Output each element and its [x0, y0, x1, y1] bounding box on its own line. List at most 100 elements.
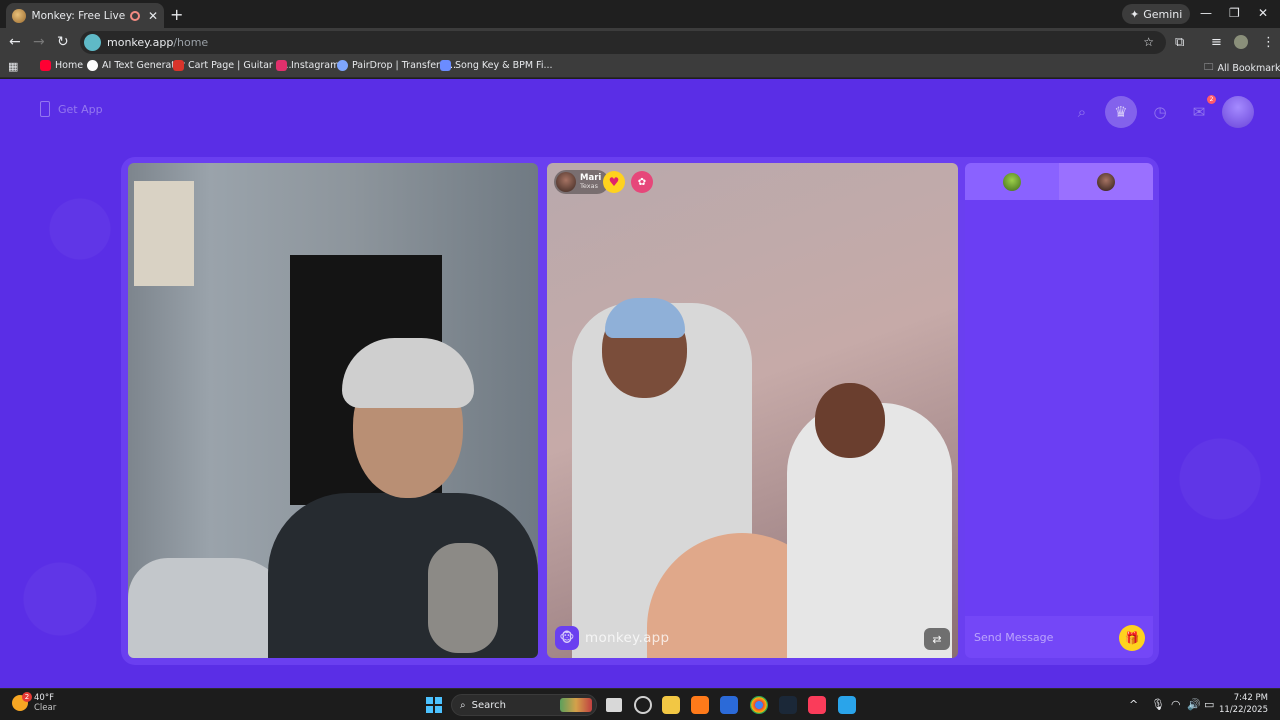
minimize-icon[interactable]: — [1200, 6, 1212, 20]
instagram-icon [276, 60, 287, 71]
note-icon [440, 60, 451, 71]
clock[interactable]: 7:42 PM 11/22/2025 [1219, 692, 1268, 716]
file-explorer-icon[interactable] [662, 696, 680, 714]
tray-overflow-icon[interactable]: ^ [1129, 698, 1138, 711]
folder-icon: 🗀 [1204, 62, 1214, 73]
bookmark-star-icon[interactable]: ☆ [1143, 35, 1154, 49]
back-arrow-icon[interactable]: ← [9, 34, 21, 50]
search-icon: ⌕ [460, 699, 466, 711]
bookmark-song-key[interactable]: Song Key & BPM Fi... [440, 60, 553, 71]
remote-video: Mari Texas ♥ ✿ 🐵 monkey.app ⇄ [547, 163, 958, 658]
word-icon[interactable] [720, 696, 738, 714]
search-highlight-image [560, 698, 592, 712]
all-bookmarks[interactable]: 🗀 All Bookmarks [1204, 60, 1280, 76]
address-bar[interactable]: monkey.app /home ☆ [80, 31, 1166, 54]
youtube-icon [40, 60, 51, 71]
url-host: monkey.app [107, 36, 174, 49]
window-close-icon[interactable]: ✕ [1258, 6, 1268, 20]
person-two-face [815, 383, 885, 458]
bookmark-home[interactable]: Home [40, 60, 83, 71]
tab-self[interactable] [965, 163, 1059, 200]
tab-search-icon[interactable]: ⧉ [1175, 35, 1184, 50]
chrome-menu-icon[interactable]: ⋮ [1262, 35, 1275, 50]
new-tab-button[interactable]: + [170, 5, 183, 24]
volume-icon[interactable]: 🔊 [1187, 698, 1201, 711]
get-app-label: Get App [58, 102, 103, 116]
phone-icon [40, 101, 50, 117]
local-video [128, 163, 538, 658]
beanie [342, 338, 474, 408]
gift-icon[interactable]: 🎁 [1119, 625, 1145, 651]
chat-tabs [965, 163, 1153, 200]
bookmark-label: Song Key & BPM Fi... [455, 60, 553, 71]
tab-remote-user[interactable] [1059, 163, 1153, 200]
taskbar-search[interactable]: ⌕ Search [451, 694, 597, 716]
forward-arrow-icon[interactable]: → [33, 34, 45, 50]
tab-close-icon[interactable]: ✕ [148, 9, 158, 23]
sparkle-icon: ✦ [1130, 7, 1140, 21]
crown-icon[interactable]: ♛ [1105, 96, 1137, 128]
chat-panel: 🎁 [965, 163, 1153, 658]
gemini-button[interactable]: ✦ Gemini [1122, 4, 1191, 24]
apps-grid-icon[interactable]: ▦ [8, 60, 18, 73]
bookmarks-bar: ▦ Home AI Text Generator Cart Page | Gui… [0, 56, 1280, 78]
remote-user-tag[interactable]: Mari Texas [554, 170, 610, 194]
media-controls-icon[interactable]: ≡ [1211, 35, 1222, 50]
weather-sun-icon: 2 [12, 692, 32, 711]
ai-icon [87, 60, 98, 71]
remote-avatar-icon [1097, 172, 1115, 191]
music-icon[interactable] [808, 696, 826, 714]
copilot-icon[interactable] [634, 696, 652, 714]
heart-icon[interactable]: ♥ [603, 171, 625, 193]
remote-user-avatar [556, 172, 576, 192]
monkey-logo-icon: 🐵 [555, 626, 579, 650]
bookmark-pairdrop[interactable]: PairDrop | Transfer F... [337, 60, 456, 71]
bookmark-instagram[interactable]: Instagram [276, 60, 339, 71]
battery-icon[interactable]: ▭ [1204, 698, 1214, 711]
video-chat-stage: Mari Texas ♥ ✿ 🐵 monkey.app ⇄ Send Messa… [121, 157, 1159, 665]
url-path: /home [173, 36, 209, 49]
recording-indicator-icon [130, 10, 140, 21]
photos-icon[interactable] [838, 696, 856, 714]
bookmark-label: Home [55, 60, 84, 71]
windows-taskbar: 2 40°F Clear ⌕ Search ^ 🎙 ◠ 🔊 ▭ 7:42 PM … [0, 688, 1280, 720]
weather-badge: 2 [22, 692, 32, 702]
user-avatar[interactable] [1222, 96, 1254, 128]
history-clock-icon[interactable]: ◷ [1144, 96, 1176, 128]
reload-icon[interactable]: ↻ [57, 34, 69, 50]
site-info-icon[interactable] [84, 34, 101, 51]
steam-icon[interactable] [779, 696, 797, 714]
send-message-input[interactable] [974, 630, 1114, 644]
app-orange-icon[interactable] [691, 696, 709, 714]
notification-badge: 2 [1207, 95, 1216, 104]
microphone-icon[interactable]: 🎙 [1151, 698, 1165, 711]
weather-widget[interactable]: 2 40°F Clear [12, 692, 56, 713]
clock-time: 7:42 PM [1233, 693, 1268, 703]
browser-tab[interactable]: Monkey: Free Live Video Ch ✕ [6, 3, 164, 28]
self-avatar-icon [1003, 172, 1021, 191]
tab-title: Monkey: Free Live Video Ch [31, 9, 129, 22]
search-label: Search [471, 699, 506, 711]
chrome-icon[interactable] [750, 696, 768, 714]
task-view-icon[interactable] [606, 698, 622, 712]
restore-icon[interactable]: ❐ [1229, 6, 1240, 20]
bookmark-ai-text-generator[interactable]: AI Text Generator [87, 60, 185, 71]
get-app-button[interactable]: Get App [40, 101, 103, 117]
windows-start-icon[interactable] [426, 697, 442, 713]
browser-toolbar: ← → ↻ monkey.app /home ☆ ⧉ ≡ ⋮ [0, 28, 1280, 56]
bookmark-label: Instagram [291, 60, 340, 71]
sticker-badge-icon[interactable]: ✿ [631, 171, 653, 193]
remote-user-location: Texas [580, 182, 598, 190]
cart-icon [173, 60, 184, 71]
bookmark-cart-page[interactable]: Cart Page | Guitar C... [173, 60, 292, 71]
chat-input-bar: 🎁 [965, 616, 1153, 658]
monkey-watermark: 🐵 monkey.app [555, 626, 669, 650]
brand-label: monkey.app [585, 630, 670, 646]
camera-switch-icon[interactable]: ⇄ [924, 628, 950, 650]
profile-avatar[interactable] [1234, 35, 1248, 49]
monkey-favicon-icon [12, 8, 26, 23]
temperature: 40°F [34, 693, 54, 703]
clock-date: 11/22/2025 [1219, 705, 1268, 715]
wifi-icon[interactable]: ◠ [1171, 698, 1181, 711]
search-icon[interactable]: ⌕ [1066, 96, 1098, 128]
